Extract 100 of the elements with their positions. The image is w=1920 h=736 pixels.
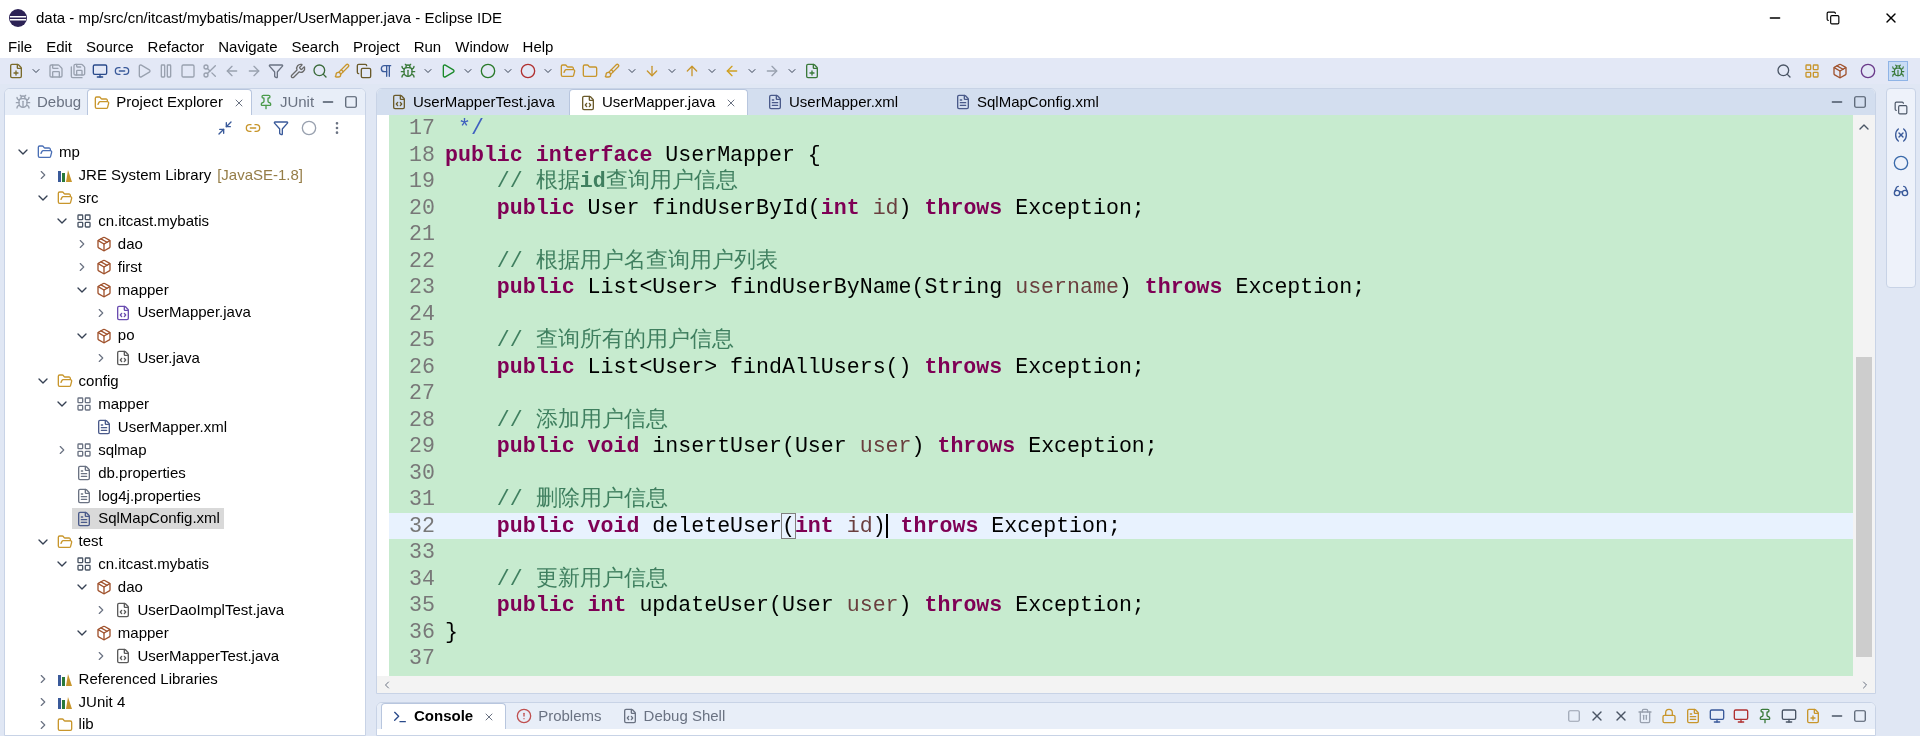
- menu-item[interactable]: Run: [413, 35, 442, 59]
- tab[interactable]: JUnit: [251, 89, 321, 115]
- code-line: public interface UserMapper {: [445, 141, 821, 168]
- tree-item-label: JRE System Library: [78, 165, 212, 186]
- tree-item[interactable]: mapper: [72, 393, 154, 415]
- tree-item[interactable]: SqlMapConfig.xml: [72, 508, 224, 530]
- code-line: }: [445, 618, 458, 645]
- tree-item[interactable]: first: [91, 256, 146, 278]
- line-number: 22: [408, 247, 436, 274]
- tree-item[interactable]: JRE System Library [JavaSE-1.8]: [52, 164, 308, 186]
- tree-item[interactable]: src: [52, 187, 103, 209]
- tree-item-label: lib: [78, 714, 94, 735]
- tree-item[interactable]: po: [91, 325, 139, 347]
- code-line: public List<User> findAllUsers() throws Exception;: [495, 353, 1145, 380]
- tree-item-label: UserMapper.java: [137, 302, 251, 323]
- tree-item[interactable]: cn.itcast.mybatis: [72, 210, 214, 232]
- tree-item-label: Referenced Libraries: [78, 668, 218, 689]
- tree-item[interactable]: UserMapper.xml: [91, 416, 231, 438]
- line-number: 17: [408, 115, 436, 142]
- window-title: data - mp/src/cn/itcast/mybatis/mapper/UserMapper.java - Eclipse IDE: [36, 7, 502, 28]
- tree-item-label: src: [78, 187, 99, 208]
- tab[interactable]: UserMapper.java: [569, 89, 749, 115]
- code-line: public void insertUser(User user) throws Exception;: [495, 433, 1158, 460]
- tree-item[interactable]: lib: [52, 714, 98, 735]
- line-number: 33: [408, 539, 436, 566]
- tree-item[interactable]: dao: [91, 576, 147, 598]
- code-line: */: [456, 115, 484, 142]
- tree-item-label: mapper: [117, 279, 169, 300]
- tree-item[interactable]: JUnit 4: [52, 691, 130, 713]
- tree-item-label: first: [117, 256, 142, 277]
- tree-item-decoration: [JavaSE-1.8]: [217, 165, 304, 186]
- line-number: 26: [408, 353, 436, 380]
- line-number: 28: [408, 406, 436, 433]
- tree-item[interactable]: mapper: [91, 622, 173, 644]
- line-number: 23: [408, 274, 436, 301]
- tree-item[interactable]: cn.itcast.mybatis: [72, 553, 214, 575]
- tree-item[interactable]: log4j.properties: [72, 485, 205, 507]
- tab[interactable]: Debug Shell: [611, 703, 736, 729]
- line-number: 20: [408, 194, 436, 221]
- tree-item-label: config: [78, 371, 119, 392]
- tree-item-label: test: [78, 531, 103, 552]
- tree-item[interactable]: User.java: [111, 347, 204, 369]
- line-number: 32: [408, 512, 436, 539]
- menu-item[interactable]: Help: [522, 35, 554, 59]
- code-line: public List<User> findUserByName(String username) throws Exception;: [495, 274, 1366, 301]
- line-number: 29: [408, 433, 436, 460]
- tree-item-label: User.java: [137, 348, 200, 369]
- tree-item-label: mapper: [98, 394, 150, 414]
- tree-item[interactable]: mp: [33, 141, 84, 163]
- line-number: 27: [408, 380, 436, 407]
- tab[interactable]: SqlMapConfig.xml: [945, 89, 1109, 115]
- line-number: 34: [408, 565, 436, 592]
- menu-item[interactable]: Search: [291, 35, 339, 59]
- line-number: 35: [408, 592, 436, 619]
- tree-item[interactable]: UserMapper.java: [111, 302, 255, 324]
- tree-item[interactable]: Referenced Libraries: [52, 668, 222, 690]
- tab[interactable]: Project Explorer: [87, 89, 252, 115]
- tree-item[interactable]: db.properties: [72, 462, 190, 484]
- tab[interactable]: Debug: [9, 89, 88, 115]
- tree-item-label: mapper: [117, 622, 169, 643]
- code-line: // 删除用户信息: [495, 486, 668, 513]
- tree-item[interactable]: test: [52, 531, 107, 553]
- tree-item-label: dao: [117, 577, 143, 598]
- tree-item-label: po: [117, 325, 135, 346]
- menu-item[interactable]: File: [8, 35, 33, 59]
- tab[interactable]: Console: [381, 703, 507, 729]
- tree-item[interactable]: config: [52, 370, 123, 392]
- tree-item-label: UserDaoImplTest.java: [137, 600, 285, 620]
- menu-item[interactable]: Project: [353, 35, 400, 59]
- line-number: 31: [408, 486, 436, 513]
- tree-item[interactable]: UserMapperTest.java: [111, 645, 284, 667]
- code-line: public void deleteUser(int id) throws Exception;: [495, 512, 1121, 539]
- tree-item-label: db.properties: [98, 462, 186, 483]
- code-line: // 根据用户名查询用户列表: [495, 247, 778, 274]
- code-line: public int updateUser(User user) throws Exception;: [495, 592, 1145, 619]
- tree-item-label: UserMapper.xml: [117, 416, 227, 437]
- tree-item[interactable]: sqlmap: [72, 439, 151, 461]
- line-number: 18: [408, 141, 436, 168]
- tree-item[interactable]: dao: [91, 233, 147, 255]
- tree-item-label: cn.itcast.mybatis: [98, 210, 210, 231]
- tab[interactable]: UserMapperTest.java: [381, 89, 565, 115]
- tab[interactable]: Problems: [506, 703, 612, 729]
- line-number: 30: [408, 459, 436, 486]
- tree-item-label: dao: [117, 233, 143, 254]
- line-number: 19: [408, 168, 436, 195]
- menu-item[interactable]: Window: [455, 35, 509, 59]
- tree-item[interactable]: UserDaoImplTest.java: [111, 599, 289, 621]
- tree-item-label: cn.itcast.mybatis: [98, 554, 210, 575]
- tree-item-label: SqlMapConfig.xml: [98, 508, 220, 529]
- menu-item[interactable]: Edit: [46, 35, 73, 59]
- line-number: 36: [408, 618, 436, 645]
- tab[interactable]: UserMapper.xml: [757, 89, 909, 115]
- tree-item-label: UserMapperTest.java: [137, 645, 280, 666]
- code-line: // 添加用户信息: [495, 406, 668, 433]
- code-line: public User findUserById(int id) throws Exception;: [495, 194, 1145, 221]
- tree-item-label: mp: [59, 142, 80, 163]
- menu-item[interactable]: Navigate: [218, 35, 278, 59]
- tree-item[interactable]: mapper: [91, 279, 173, 301]
- menu-item[interactable]: Source: [86, 35, 134, 59]
- menu-item[interactable]: Refactor: [147, 35, 205, 59]
